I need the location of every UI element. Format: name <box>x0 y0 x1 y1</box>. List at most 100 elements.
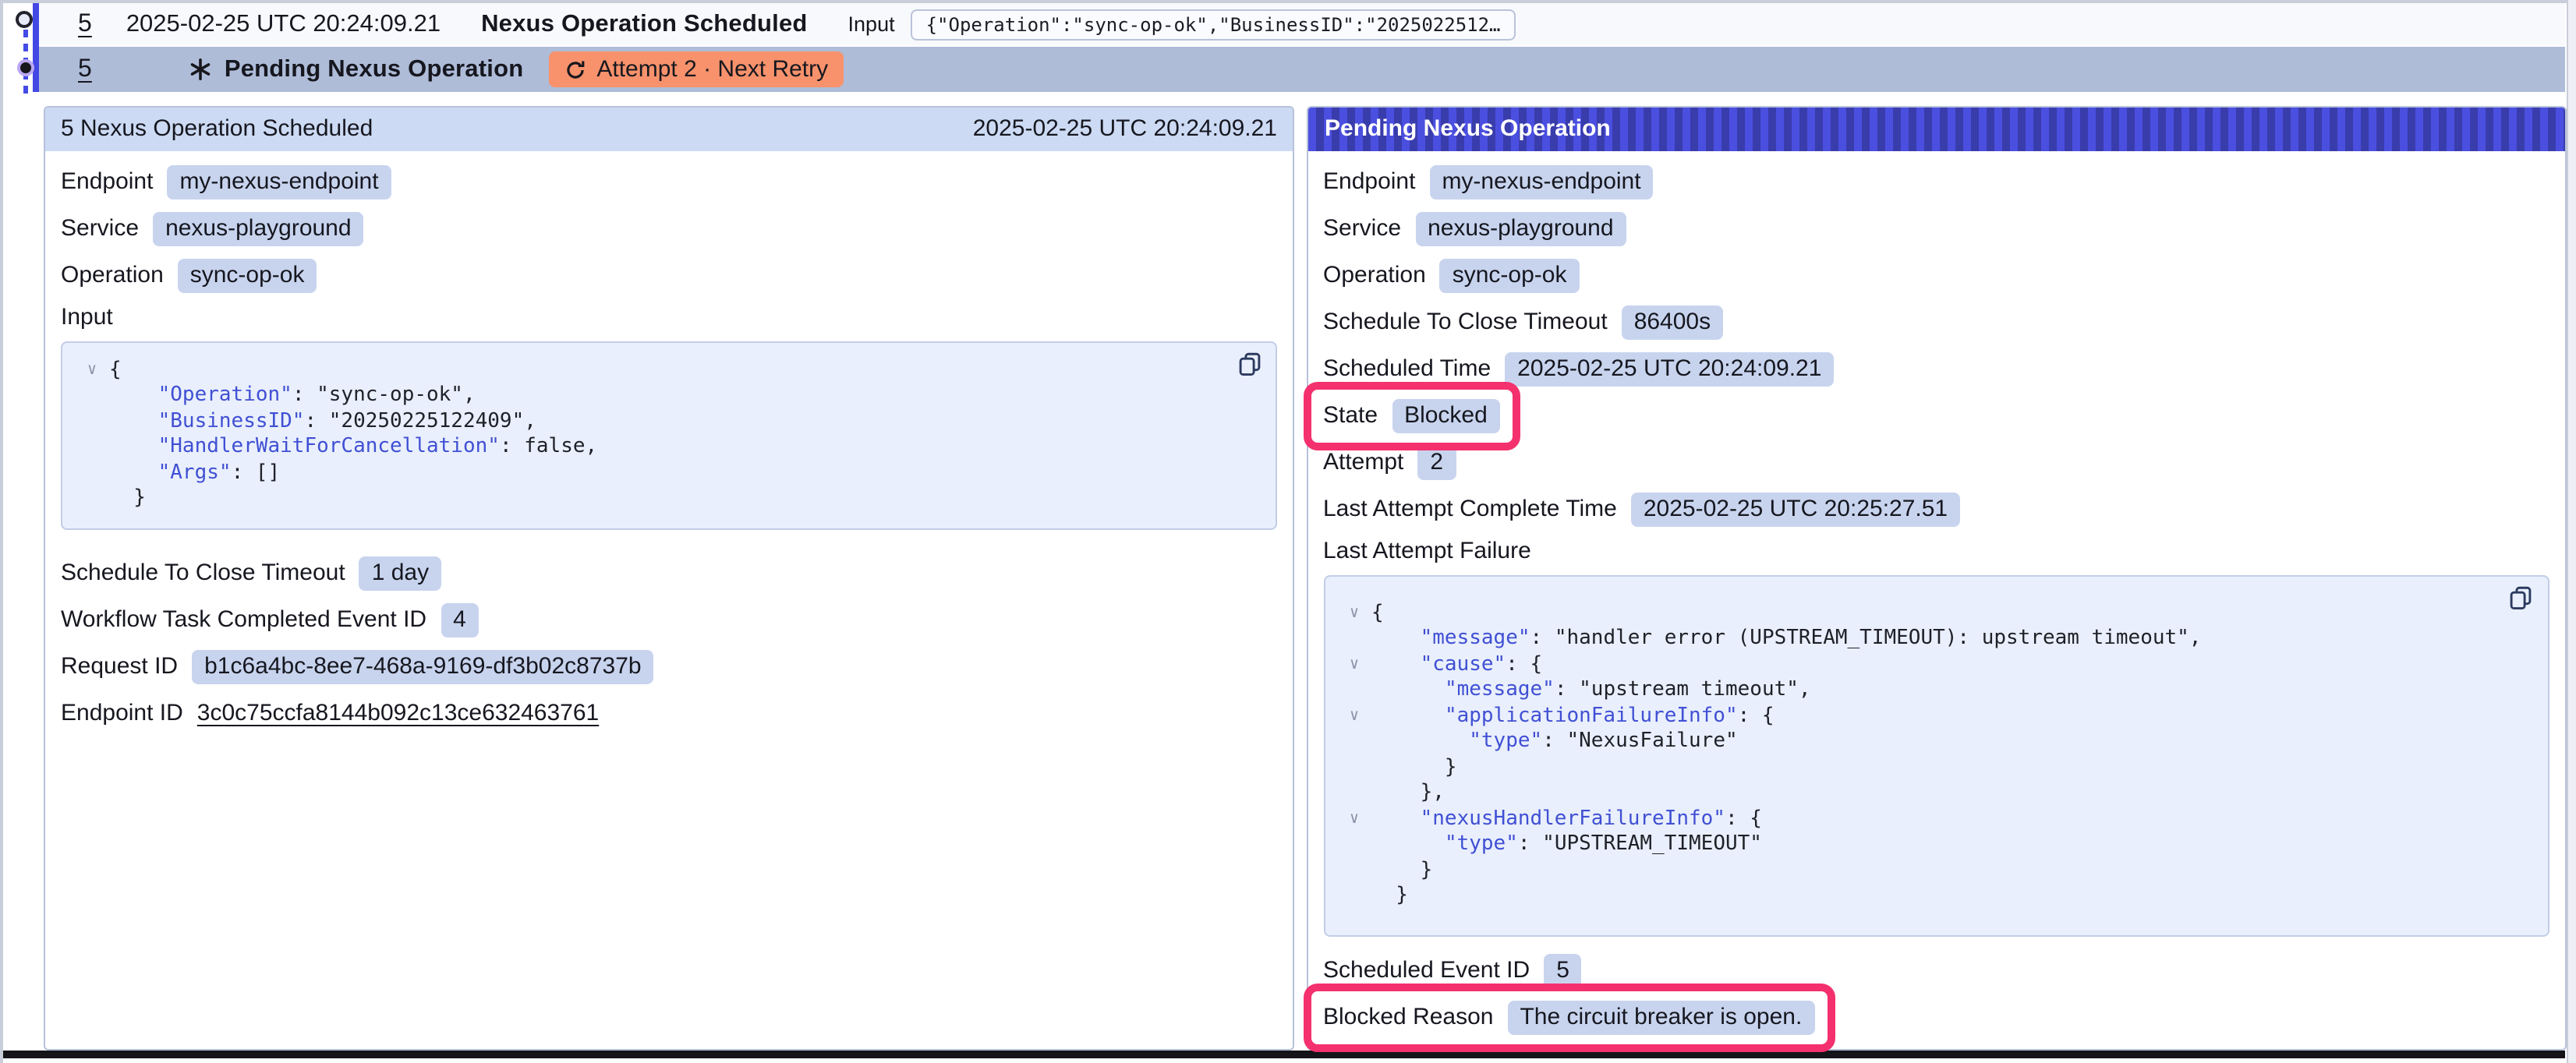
code-text: { <box>1371 601 1384 627</box>
field-row: Endpointmy-nexus-endpoint <box>1323 163 1654 200</box>
panel-title: 5 Nexus Operation Scheduled <box>61 115 373 142</box>
code-text: "BusinessID": "20250225122409", <box>109 409 536 435</box>
field-label: Service <box>61 215 139 242</box>
code-text: "type": "UPSTREAM_TIMEOUT" <box>1371 832 1762 858</box>
chevron-spacer <box>1337 858 1371 884</box>
copy-icon <box>2507 584 2534 610</box>
field-value-badge: 2025-02-25 UTC 20:25:27.51 <box>1631 492 1960 526</box>
code-line: ∨ "cause": { <box>1337 652 2535 678</box>
code-line: ∨{ <box>75 358 1263 383</box>
field-label: Workflow Task Completed Event ID <box>61 606 426 633</box>
field-value-link[interactable]: 3c0c75ccfa8144b092c13ce632463761 <box>197 700 599 726</box>
chevron-spacer <box>1337 729 1371 755</box>
field-value-badge: 86400s <box>1622 305 1723 339</box>
code-text: "Args": [] <box>109 461 280 486</box>
field-value-badge: nexus-playground <box>153 211 364 245</box>
field-label: Last Attempt Complete Time <box>1323 496 1617 522</box>
code-text: } <box>1371 858 1432 884</box>
copy-button[interactable] <box>2507 584 2535 612</box>
pending-operation-title: Pending Nexus Operation <box>225 55 524 83</box>
field-row: Workflow Task Completed Event ID4 <box>61 601 479 638</box>
field-label: Endpoint <box>61 168 153 195</box>
collapse-chevron-icon[interactable]: ∨ <box>1337 704 1371 729</box>
code-line: ∨{ <box>1337 601 2535 627</box>
code-line: "Args": [] <box>75 461 1263 486</box>
field-row: Attempt 2 <box>1323 443 1456 481</box>
asterisk-icon <box>189 58 212 81</box>
pending-event-id-link[interactable]: 5 <box>78 55 92 83</box>
field-label: Blocked Reason <box>1323 1004 1493 1030</box>
chevron-spacer <box>1337 832 1371 858</box>
input-code-block: ∨{ "Operation": "sync-op-ok", "BusinessI… <box>61 341 1277 529</box>
field-value-badge: my-nexus-endpoint <box>167 164 391 199</box>
code-line: } <box>1337 884 2535 909</box>
field-row: Endpoint my-nexus-endpoint <box>61 163 391 200</box>
code-text: "message": "upstream timeout", <box>1371 678 1811 704</box>
field-row: Scheduled Time2025-02-25 UTC 20:24:09.21 <box>1323 350 1834 387</box>
chevron-spacer <box>1337 678 1371 704</box>
failure-code-block: ∨{ "message": "handler error (UPSTREAM_T… <box>1323 574 2549 936</box>
collapse-chevron-icon[interactable]: ∨ <box>1337 807 1371 832</box>
field-label: Attempt <box>1323 449 1403 475</box>
chevron-spacer <box>1337 627 1371 652</box>
code-text: "applicationFailureInfo": { <box>1371 704 1775 729</box>
chevron-spacer <box>1337 884 1371 909</box>
temporal-event-history-view: 5 2025-02-25 UTC 20:24:09.21 Nexus Opera… <box>0 0 2576 1063</box>
event-detail-panel: 5 Nexus Operation Scheduled 2025-02-25 U… <box>44 105 1294 1050</box>
last-attempt-failure-label: Last Attempt Failure <box>1323 537 2549 568</box>
field-label: Schedule To Close Timeout <box>1323 309 1608 335</box>
code-text: "cause": { <box>1371 652 1542 678</box>
code-line: "BusinessID": "20250225122409", <box>75 409 1263 435</box>
field-value-badge: b1c6a4bc-8ee7-468a-9169-df3b02c8737b <box>192 649 653 683</box>
field-row: Scheduled Event ID 5 <box>1323 952 1582 989</box>
field-value-badge: The circuit breaker is open. <box>1507 1000 1814 1034</box>
code-line: } <box>75 486 1263 512</box>
field-label: State <box>1323 402 1378 429</box>
code-line: "HandlerWaitForCancellation": false, <box>75 435 1263 461</box>
field-value-badge: 2 <box>1417 445 1456 479</box>
retry-icon <box>564 58 586 80</box>
pending-operation-panel-header: Pending Nexus Operation <box>1307 107 2564 150</box>
event-summary-row[interactable]: 5 2025-02-25 UTC 20:24:09.21 Nexus Opera… <box>39 3 2565 45</box>
collapse-chevron-icon[interactable]: ∨ <box>75 358 109 383</box>
field-label: Operation <box>61 262 164 288</box>
field-label: Scheduled Event ID <box>1323 957 1530 984</box>
input-preview-chip[interactable]: {"Operation":"sync-op-ok","BusinessID":"… <box>911 9 1516 40</box>
field-value-badge: 5 <box>1544 953 1582 987</box>
pending-operation-panel: Pending Nexus Operation Endpointmy-nexus… <box>1306 105 2566 1050</box>
field-row: Servicenexus-playground <box>1323 210 1626 247</box>
field-value-badge: sync-op-ok <box>1440 258 1580 292</box>
code-line: ∨ "nexusHandlerFailureInfo": { <box>1337 807 2535 832</box>
code-text: "type": "NexusFailure" <box>1371 729 1738 755</box>
field-value-badge: nexus-playground <box>1415 211 1626 245</box>
code-line: ∨ "applicationFailureInfo": { <box>1337 704 2535 729</box>
attempt-retry-badge: Attempt 2 · Next Retry <box>548 51 844 87</box>
panel-header-time: 2025-02-25 UTC 20:24:09.21 <box>973 115 1277 142</box>
collapse-chevron-icon[interactable]: ∨ <box>1337 601 1371 627</box>
field-label: Endpoint <box>1323 168 1415 195</box>
selected-event-indicator-bar <box>33 3 38 92</box>
code-line: "Operation": "sync-op-ok", <box>75 383 1263 409</box>
collapse-chevron-icon[interactable]: ∨ <box>1337 652 1371 678</box>
field-row: Endpoint ID3c0c75ccfa8144b092c13ce632463… <box>61 694 599 732</box>
copy-button[interactable] <box>1235 350 1263 378</box>
code-text: "nexusHandlerFailureInfo": { <box>1371 807 1762 832</box>
field-value-badge: 1 day <box>359 556 441 590</box>
field-row: Schedule To Close Timeout1 day <box>61 554 441 592</box>
code-line: } <box>1337 755 2535 781</box>
field-label: Operation <box>1323 262 1426 288</box>
code-text: } <box>1371 884 1408 909</box>
event-detail-fields-bottom: Schedule To Close Timeout1 day Workflow T… <box>61 554 1277 732</box>
event-id-link[interactable]: 5 <box>78 10 92 38</box>
code-text: { <box>109 358 122 383</box>
code-text: "HandlerWaitForCancellation": false, <box>109 435 597 461</box>
attempt-retry-label: Attempt 2 · Next Retry <box>596 56 828 83</box>
pending-panel-title: Pending Nexus Operation <box>1325 115 1611 142</box>
field-row: Schedule To Close Timeout 86400s <box>1323 303 1723 341</box>
window-left-border <box>0 0 3 1063</box>
code-line: "type": "NexusFailure" <box>1337 729 2535 755</box>
chevron-spacer <box>75 409 109 435</box>
event-detail-panel-header: 5 Nexus Operation Scheduled 2025-02-25 U… <box>45 107 1293 150</box>
field-value-badge: 2025-02-25 UTC 20:24:09.21 <box>1505 351 1834 386</box>
pending-operation-row[interactable]: 5 Pending Nexus Operation Attempt 2 · Ne… <box>39 47 2565 92</box>
